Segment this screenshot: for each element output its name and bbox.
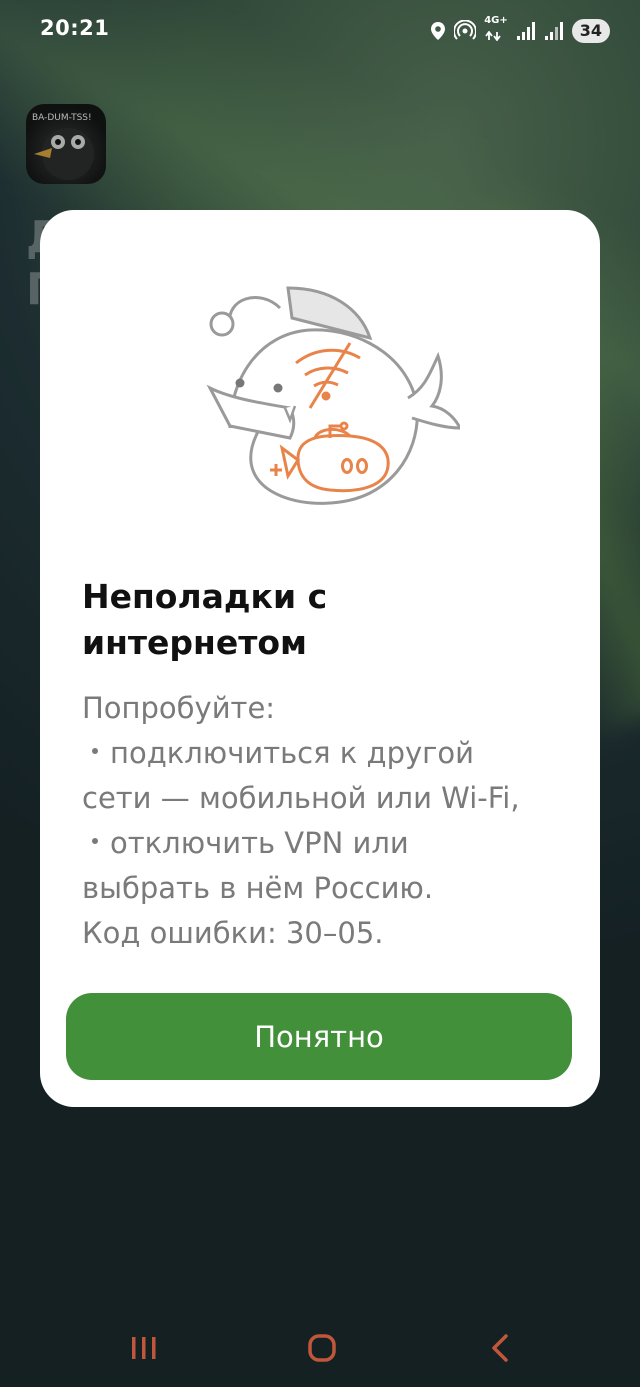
error-code: Код ошибки: 30–05. [82,916,384,950]
bullet-item-1-cont: сети — мобильной или Wi-Fi, [82,781,520,815]
signal-icon [516,21,535,40]
hotspot-icon [454,19,477,40]
recent-apps-button[interactable] [114,1326,174,1370]
body-intro: Попробуйте: [82,691,276,725]
home-icon [308,1334,336,1362]
status-bar: 20:21 4G+ 34 [0,0,640,62]
network-type: 4G+ [484,16,508,45]
data-arrows-icon [485,30,501,42]
bullet-item-2: отключить VPN или [82,821,572,866]
ok-button[interactable]: Понятно [66,993,572,1080]
status-time: 20:21 [40,16,110,40]
dialog-body: Попробуйте: подключиться к другой сети —… [82,686,572,956]
battery-indicator: 34 [571,18,610,43]
bullet-item-2-cont: выбрать в нём Россию. [82,871,434,905]
recent-apps-icon [132,1337,156,1359]
location-icon [431,21,446,40]
navigation-bar [0,1300,640,1387]
dialog-title: Неполадки с интернетом [82,577,328,662]
status-icons: 4G+ 34 [430,16,610,45]
back-button[interactable] [470,1326,530,1370]
signal-icon-2 [544,21,563,40]
bullet-icon [92,748,98,754]
error-dialog: Неполадки с интернетом Попробуйте: подкл… [40,210,600,1107]
bullet-icon [92,838,98,844]
bullet-item-1: подключиться к другой [82,731,572,776]
back-icon [492,1334,508,1362]
network-label: 4G+ [484,15,508,26]
anglerfish-illustration [206,286,460,505]
home-button[interactable] [292,1326,352,1370]
